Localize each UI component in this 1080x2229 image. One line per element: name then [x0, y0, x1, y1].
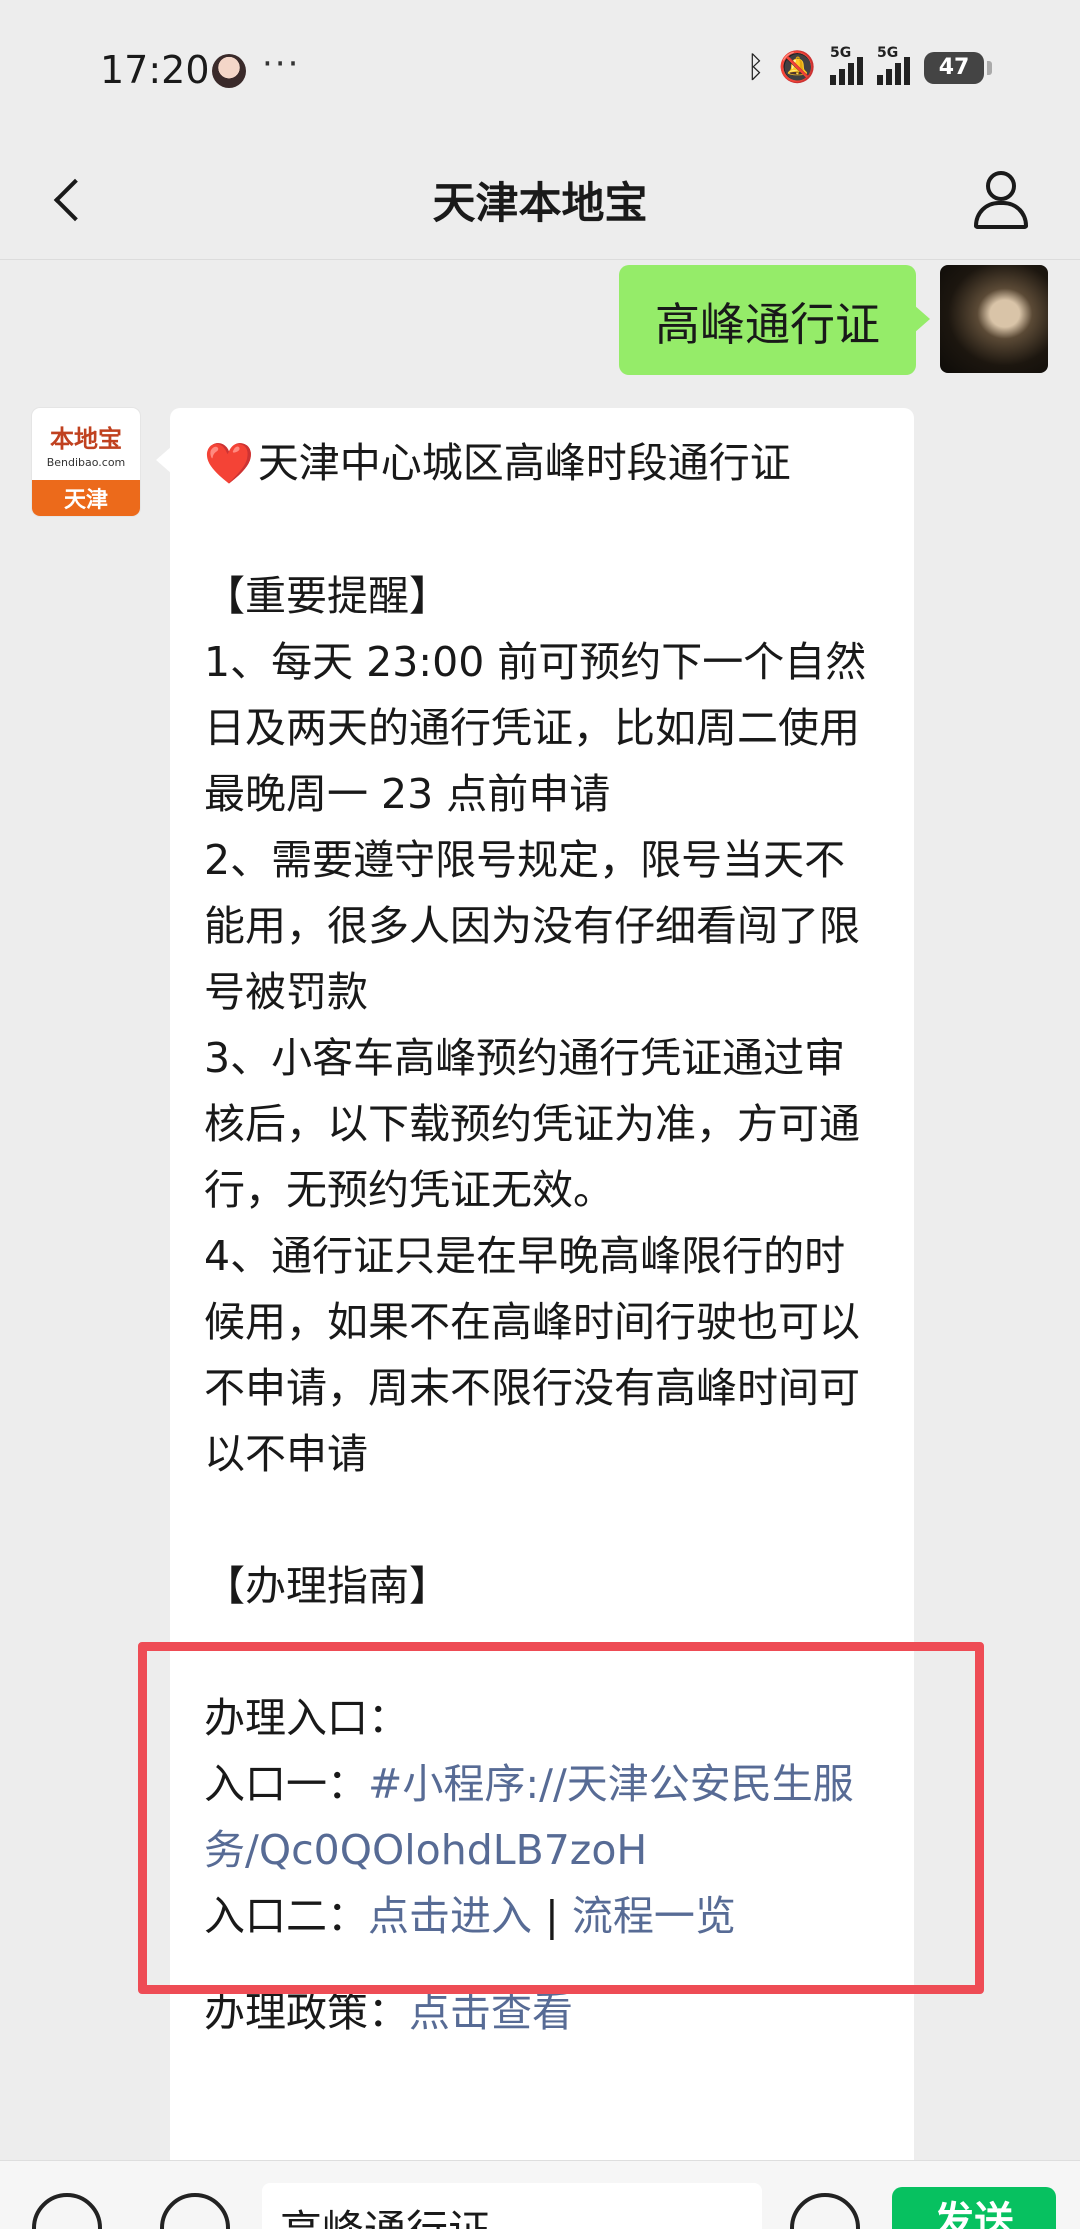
bell-off-icon: 🔕: [778, 50, 816, 85]
status-bar: 17:20 ··· ᛒ 🔕 5G 5G 47: [0, 0, 1080, 145]
bluetooth-icon: ᛒ: [746, 50, 765, 85]
user-message-bubble[interactable]: 高峰通行证: [618, 265, 931, 375]
heart-icon: ❤️: [204, 441, 254, 487]
bot-avatar-brand: 本地宝: [50, 424, 122, 453]
entry-1-label: 入口一：: [204, 1760, 368, 1808]
message-input[interactable]: 高峰通行证: [262, 2183, 762, 2229]
policy-line: 办理政策：点击查看: [204, 1979, 880, 2045]
guide-heading: 【办理指南】: [204, 1562, 450, 1610]
reminder-item-1: 1、每天 23:00 前可预约下一个自然日及两天的通行凭证，比如周二使用最晚周一…: [204, 638, 867, 818]
message-title: 天津中心城区高峰时段通行证: [257, 439, 791, 487]
battery-icon: 47: [924, 51, 992, 84]
bot-avatar-city: 天津: [32, 480, 140, 516]
status-icons: ᛒ 🔕 5G 5G 47: [746, 45, 992, 85]
menu-list-icon[interactable]: [32, 2193, 102, 2229]
entry-1-line: 入口一：#小程序://天津公安民生服务/Qc0QOlohdLB7zoH: [204, 1751, 880, 1883]
emoji-icon[interactable]: [790, 2193, 860, 2229]
entry-2-enter-link[interactable]: 点击进入: [368, 1892, 532, 1940]
voice-icon[interactable]: [160, 2193, 230, 2229]
entry-2-process-link[interactable]: 流程一览: [572, 1892, 736, 1940]
signal-5g-1-icon: 5G: [830, 45, 863, 85]
nav-bar: 天津本地宝: [0, 145, 1080, 260]
reminder-item-4: 4、通行证只是在早晚高峰限行的时候用，如果不在高峰时间行驶也可以不申请，周末不限…: [204, 1232, 860, 1478]
message-title-line: ❤️天津中心城区高峰时段通行证: [204, 430, 880, 497]
status-time: 17:20: [100, 48, 210, 92]
more-notifications-icon: ···: [262, 44, 301, 84]
reminder-item-3: 3、小客车高峰预约通行凭证通过审核后，以下载预约凭证为准，方可通行，无预约凭证无…: [204, 1034, 860, 1214]
reminder-item-2: 2、需要遵守限号规定，限号当天不能用，很多人因为没有仔细看闯了限号被罚款: [204, 836, 860, 1016]
entry-label: 办理入口：: [204, 1694, 409, 1742]
notification-avatar-icon: [212, 54, 246, 88]
entry-2-line: 入口二：点击进入 | 流程一览: [204, 1883, 880, 1949]
profile-icon[interactable]: [966, 165, 1036, 235]
input-bar: 高峰通行证 发送: [0, 2160, 1080, 2229]
reminder-heading: 【重要提醒】: [204, 572, 450, 620]
policy-link[interactable]: 点击查看: [409, 1988, 573, 2036]
bot-avatar-domain: Bendibao.com: [46, 456, 126, 469]
signal-5g-2-icon: 5G: [877, 45, 910, 85]
bot-message-bubble: ❤️天津中心城区高峰时段通行证 【重要提醒】 1、每天 23:00 前可预约下一…: [156, 408, 914, 2229]
entry-2-label: 入口二：: [204, 1892, 368, 1940]
policy-label: 办理政策：: [204, 1988, 409, 2036]
bot-avatar[interactable]: 本地宝 Bendibao.com 天津: [32, 408, 140, 516]
chat-screen: 17:20 ··· ᛒ 🔕 5G 5G 47 天津本地宝 高峰通行证 本地宝 B…: [0, 0, 1080, 2229]
user-avatar[interactable]: [940, 265, 1048, 373]
user-message: 高峰通行证: [618, 265, 1048, 375]
chat-title: 天津本地宝: [432, 179, 648, 229]
send-button[interactable]: 发送: [892, 2187, 1056, 2229]
entry-2-separator: |: [532, 1892, 572, 1940]
